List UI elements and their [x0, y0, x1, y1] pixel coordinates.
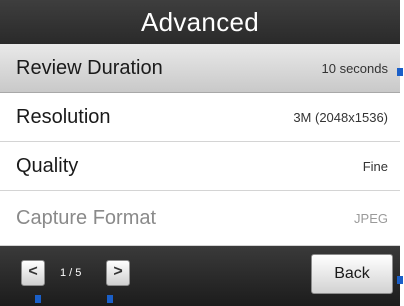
setting-row-quality[interactable]: Quality Fine — [0, 142, 400, 191]
setting-value: Fine — [362, 159, 388, 174]
setting-label: Quality — [16, 155, 79, 177]
back-button[interactable]: Back — [311, 254, 393, 294]
page-title: Advanced — [0, 0, 400, 44]
setting-value: 10 seconds — [321, 61, 389, 76]
marker-prev — [35, 295, 41, 303]
page-indicator: 1 / 5 — [60, 267, 82, 279]
chevron-right-icon: > — [113, 263, 123, 280]
marker-review-duration — [397, 68, 403, 76]
prev-page-button[interactable]: < — [21, 260, 45, 286]
marker-next — [107, 295, 113, 303]
setting-row-review-duration[interactable]: Review Duration 10 seconds — [0, 44, 400, 93]
setting-label: Resolution — [16, 106, 111, 128]
setting-label: Capture Format — [16, 207, 157, 229]
setting-label: Review Duration — [16, 57, 163, 79]
next-page-button[interactable]: > — [106, 260, 130, 286]
advanced-settings-screen: Advanced Review Duration 10 seconds Reso… — [0, 0, 400, 306]
setting-value: JPEG — [354, 211, 388, 226]
marker-back — [397, 276, 403, 284]
footer-bar: < 1 / 5 > Back — [0, 246, 400, 306]
chevron-left-icon: < — [28, 263, 38, 280]
setting-row-capture-format: Capture Format JPEG — [0, 191, 400, 246]
setting-value: 3M (2048x1536) — [293, 110, 388, 125]
setting-row-resolution[interactable]: Resolution 3M (2048x1536) — [0, 93, 400, 142]
